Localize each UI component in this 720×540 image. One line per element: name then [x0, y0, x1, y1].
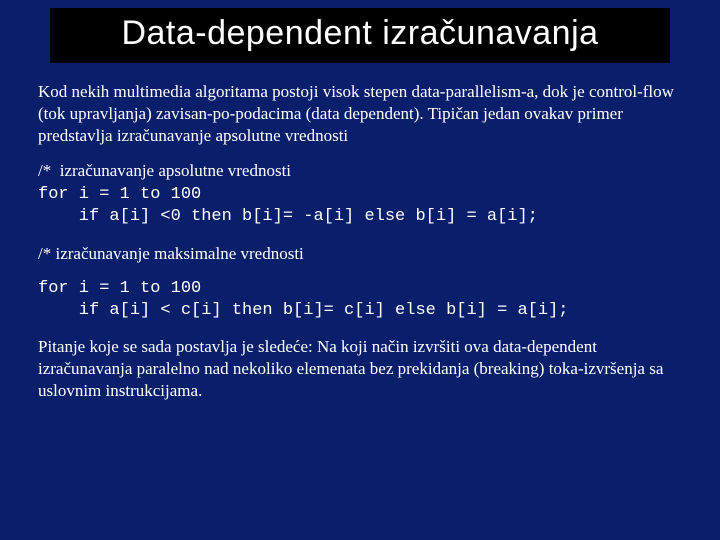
paragraph-intro: Kod nekih multimedia algoritama postoji … — [38, 81, 682, 146]
code-lines-abs: for i = 1 to 100 if a[i] <0 then b[i]= -… — [38, 185, 538, 226]
code-block-abs: /* izračunavanje apsolutne vrednosti for… — [38, 160, 682, 228]
paragraph-question: Pitanje koje se sada postavlja je sledeć… — [38, 336, 682, 401]
code-comment-max: /* izračunavanje maksimalne vrednosti — [38, 243, 682, 265]
slide-title: Data-dependent izračunavanja — [60, 14, 660, 53]
code-block-max: for i = 1 to 100 if a[i] < c[i] then b[i… — [38, 278, 682, 322]
slide: Data-dependent izračunavanja Kod nekih m… — [0, 8, 720, 540]
slide-body: Kod nekih multimedia algoritama postoji … — [0, 81, 720, 402]
code-comment-abs: /* izračunavanje apsolutne vrednosti — [38, 161, 291, 180]
title-container: Data-dependent izračunavanja — [50, 8, 670, 63]
code-lines-max: for i = 1 to 100 if a[i] < c[i] then b[i… — [38, 279, 569, 320]
